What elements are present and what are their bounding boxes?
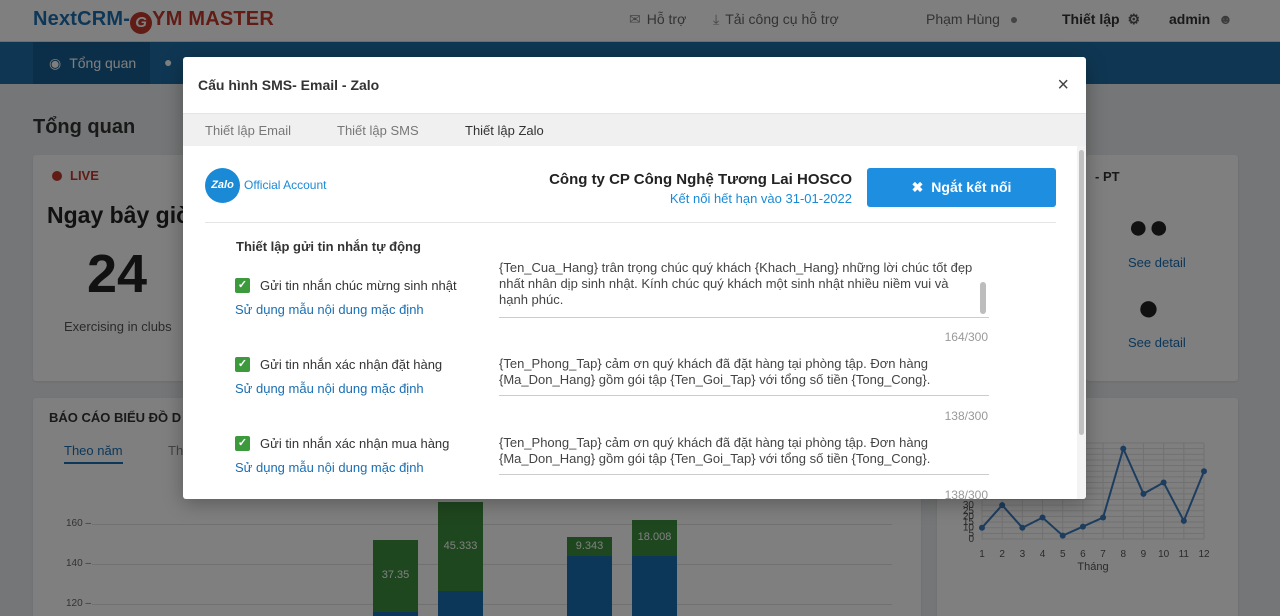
company-name: Công ty CP Công Nghệ Tương Lai HOSCO [549, 171, 852, 188]
order-confirm-message-text: {Ten_Phong_Tap} cảm ơn quý khách đã đặt … [499, 356, 931, 387]
textarea-scrollbar[interactable] [980, 282, 986, 314]
disconnect-button[interactable]: ✖ Ngắt kết nối [867, 168, 1056, 207]
official-account-label: Official Account [244, 178, 327, 192]
order-confirm-label: Gửi tin nhắn xác nhận đặt hàng [260, 357, 443, 372]
order-confirm-message-textarea[interactable]: {Ten_Phong_Tap} cảm ơn quý khách đã đặt … [499, 356, 989, 396]
purchase-confirm-checkbox[interactable]: ✓ [235, 436, 250, 451]
modal-tabs: Thiết lập Email Thiết lập SMS Thiết lập … [183, 113, 1086, 146]
tab-sms-settings[interactable]: Thiết lập SMS [337, 123, 419, 138]
section-title: Thiết lập gửi tin nhắn tự động [236, 239, 421, 254]
modal-scrollbar-thumb[interactable] [1079, 150, 1084, 435]
disconnect-label: Ngắt kết nối [931, 179, 1012, 195]
tab-zalo-settings[interactable]: Thiết lập Zalo [465, 123, 544, 138]
birthday-label: Gửi tin nhắn chúc mừng sinh nhật [260, 278, 457, 293]
birthday-char-counter: 164/300 [944, 330, 988, 344]
birthday-use-default-link[interactable]: Sử dụng mẫu nội dung mặc định [235, 302, 424, 317]
purchase-confirm-message-textarea[interactable]: {Ten_Phong_Tap} cảm ơn quý khách đã đặt … [499, 435, 989, 475]
birthday-message-text: {Ten_Cua_Hang} trân trọng chúc quý khách… [499, 262, 973, 307]
birthday-checkbox[interactable]: ✓ [235, 278, 250, 293]
unlink-icon: ✖ [911, 179, 924, 195]
purchase-confirm-message-text: {Ten_Phong_Tap} cảm ơn quý khách đã đặt … [499, 435, 931, 466]
order-confirm-checkbox[interactable]: ✓ [235, 357, 250, 372]
modal-title: Cấu hình SMS- Email - Zalo [198, 77, 380, 93]
birthday-message-textarea[interactable]: {Ten_Cua_Hang} trân trọng chúc quý khách… [499, 262, 989, 318]
purchase-confirm-char-counter: 138/300 [944, 488, 988, 499]
close-icon[interactable]: × [1057, 75, 1069, 95]
order-confirm-use-default-link[interactable]: Sử dụng mẫu nội dung mặc định [235, 381, 424, 396]
tab-email-settings[interactable]: Thiết lập Email [205, 123, 291, 138]
config-modal: Cấu hình SMS- Email - Zalo × Thiết lập E… [183, 57, 1086, 499]
connection-expiry: Kết nối hết hạn vào 31-01-2022 [669, 191, 852, 206]
purchase-confirm-label: Gửi tin nhắn xác nhận mua hàng [260, 436, 450, 451]
purchase-confirm-use-default-link[interactable]: Sử dụng mẫu nội dung mặc định [235, 460, 424, 475]
zalo-logo-icon: Zalo [205, 168, 240, 203]
order-confirm-char-counter: 138/300 [944, 409, 988, 423]
divider [205, 222, 1056, 223]
